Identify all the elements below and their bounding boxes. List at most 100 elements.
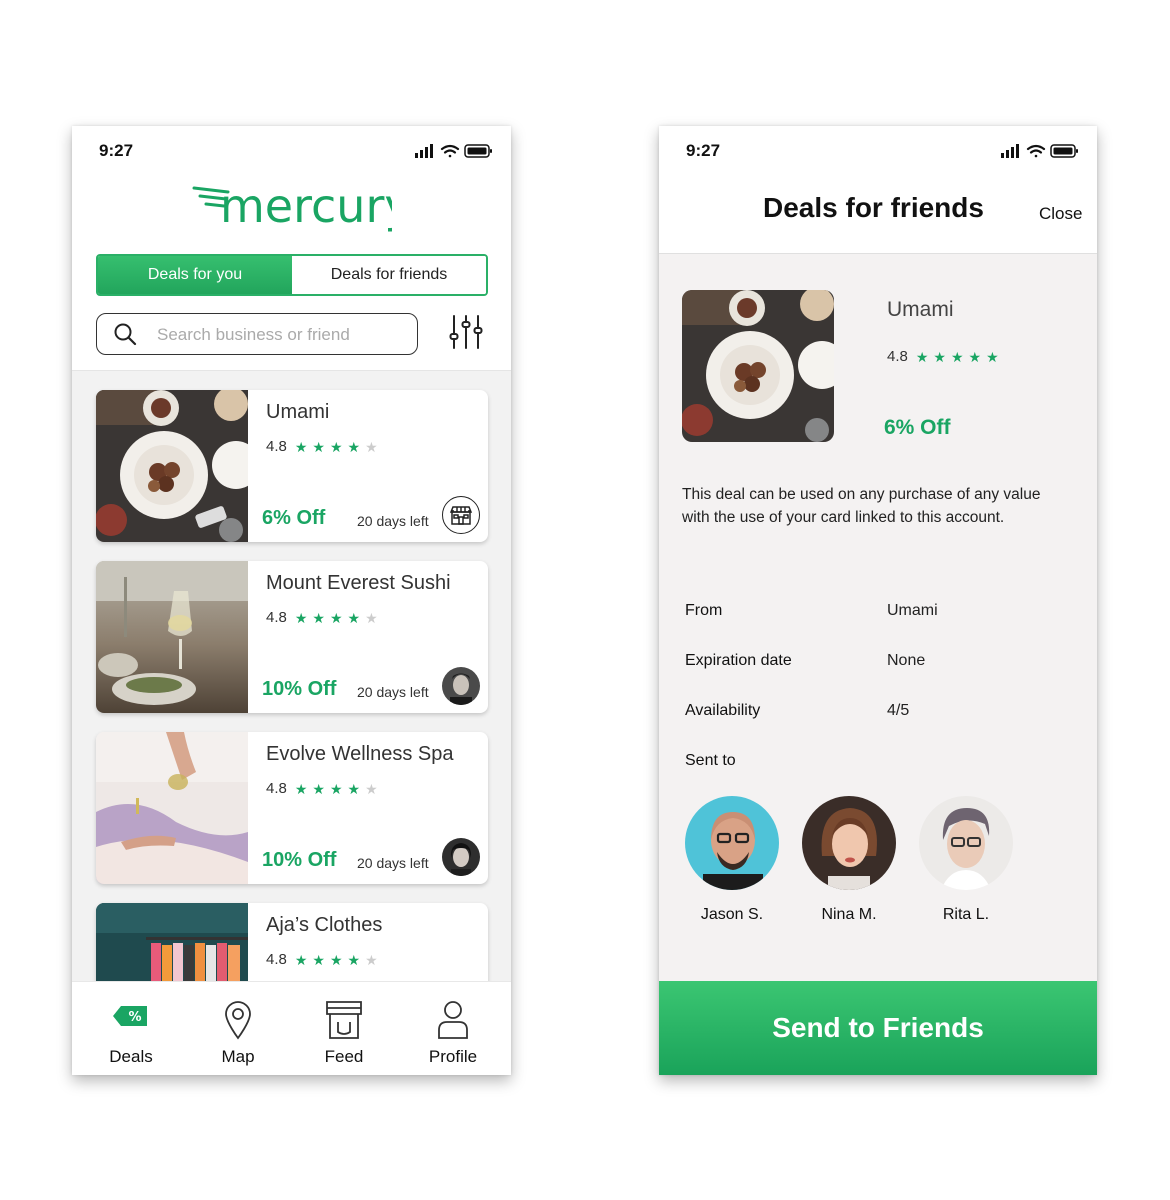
star-icon: ★ [312,951,325,968]
friend-avatar [919,796,1013,890]
deal-card[interactable]: Mount Everest Sushi 4.8 ★ ★ ★ ★ ★ 10% Off 20… [96,561,488,713]
tab-label: Feed [324,1047,364,1066]
status-time: 9:27 [99,141,134,160]
store-icon [442,496,480,534]
star-icon: ★ [329,780,343,797]
star-rating: ★ ★ ★ ★ ★ [295,440,383,454]
star-rating: ★ ★ ★ ★ ★ [295,782,383,796]
battery-icon [464,144,492,158]
star-icon: ★ [968,348,982,365]
friend-avatar [442,838,480,876]
filter-sliders-icon[interactable] [448,314,484,355]
signal-icon [415,144,433,158]
star-icon: ★ [294,609,308,626]
star-empty-icon: ★ [365,438,378,455]
friend-avatar [802,796,896,890]
star-icon: ★ [329,438,343,455]
tab-deals-for-friends[interactable]: Deals for friends [292,256,486,294]
deal-discount: 10% Off [262,678,337,700]
rating-value: 4.8 [266,780,287,797]
tab-label: Map [221,1047,255,1066]
friend-avatar [685,796,779,890]
star-icon: ★ [915,348,929,365]
deals-list[interactable]: Umami 4.8 ★★★★★ 6% Off 20 days left [72,370,511,981]
deal-description: This deal can be used on any purchase of… [682,486,1041,526]
signal-icon [1001,144,1019,158]
search-input[interactable]: Search business or friend [96,313,418,355]
tab-feed[interactable]: Feed [294,982,394,1075]
deal-card[interactable]: Aja’s Clothes 4.8 ★ ★ ★ ★ ★ [96,903,488,981]
deal-days-left: 20 days left [357,855,429,871]
star-icon: ★ [312,780,325,797]
deals-screen: 9:27 mercury Deals for you Deals for fri… [72,126,511,1075]
star-icon: ★ [329,609,343,626]
deal-type-toggle: Deals for you Deals for friends [96,254,488,296]
deal-name: Umami [266,401,330,423]
deal-rating: 4.8 ★ ★ ★ ★ ★ [266,951,383,968]
deal-name: Umami [887,298,954,321]
wifi-icon [440,144,460,158]
deal-rating: 4.8 ★ ★ ★ ★ ★ [266,438,383,455]
star-icon: ★ [312,438,325,455]
send-to-friends-button[interactable]: Send to Friends [659,981,1097,1075]
star-icon: ★ [347,438,361,455]
deal-rating: 4.8 ★ ★ ★ ★ ★ [266,780,383,797]
star-icon: ★ [329,951,343,968]
status-time: 9:27 [686,141,721,160]
star-rating: ★ ★ ★ ★ ★ [295,611,383,625]
wifi-icon [1026,144,1046,158]
page-title: Deals for friends [763,192,984,223]
tab-deals-for-you[interactable]: Deals for you [98,256,292,294]
deal-image-sushi [96,561,248,713]
detail-value-availability: 4/5 [887,702,910,719]
star-rating: ★ ★ ★ ★ ★ [295,953,383,967]
status-bar: 9:27 [72,126,511,176]
person-icon [436,1000,470,1045]
status-icons [415,144,493,163]
detail-label-availability: Availability [685,702,761,719]
deal-image-food [682,290,834,442]
deal-name: Mount Everest Sushi [266,572,451,594]
deal-name: Evolve Wellness Spa [266,743,454,765]
star-icon: ★ [294,780,308,797]
rating-value: 4.8 [887,348,908,365]
deal-discount: 6% Off [262,507,326,529]
svg-text:%: % [128,1010,141,1025]
star-empty-icon: ★ [365,780,378,797]
detail-label-expiration: Expiration date [685,652,792,669]
close-button[interactable]: Close [1039,204,1082,224]
status-bar: 9:27 [659,126,1097,176]
star-icon: ★ [312,609,325,626]
deal-rating: 4.8 ★ ★ ★ ★ ★ [887,348,1004,365]
deal-card[interactable]: Umami 4.8 ★ ★ ★ ★ ★ 6% Off 20 days left [96,390,488,542]
deal-card[interactable]: Evolve Wellness Spa 4.8 ★ ★ ★ ★ ★ 10% Off 20… [96,732,488,884]
star-icon: ★ [294,438,308,455]
battery-icon [1050,144,1078,158]
star-icon: ★ [933,348,946,365]
deal-rating: 4.8 ★ ★ ★ ★ ★ [266,609,383,626]
star-rating: ★ ★ ★ ★ ★ [916,350,1004,364]
tab-profile[interactable]: Profile [403,982,503,1075]
star-icon: ★ [347,609,361,626]
tab-deals[interactable]: % Deals [81,982,181,1075]
tab-label: Profile [428,1047,478,1066]
discount-tag-icon: % [111,1000,151,1037]
star-icon: ★ [347,780,361,797]
star-icon: ★ [986,348,999,365]
rating-value: 4.8 [266,438,287,455]
search-placeholder: Search business or friend [157,325,350,344]
mercury-logo: mercury [192,179,412,233]
deal-days-left: 20 days left [357,684,429,700]
star-empty-icon: ★ [365,951,378,968]
friend-name: Jason S. [700,906,764,923]
logo-text: mercury [220,182,392,232]
bottom-tab-bar: % Deals Map Feed Profile [72,981,511,1075]
detail-value-expiration: None [887,652,926,669]
tab-map[interactable]: Map [188,982,288,1075]
friend-avatar [442,667,480,705]
deal-image-clothes [96,903,248,981]
tab-label: Deals [109,1047,153,1066]
star-icon: ★ [347,951,361,968]
deal-days-left: 20 days left [357,513,429,529]
deal-discount: 10% Off [262,849,337,871]
